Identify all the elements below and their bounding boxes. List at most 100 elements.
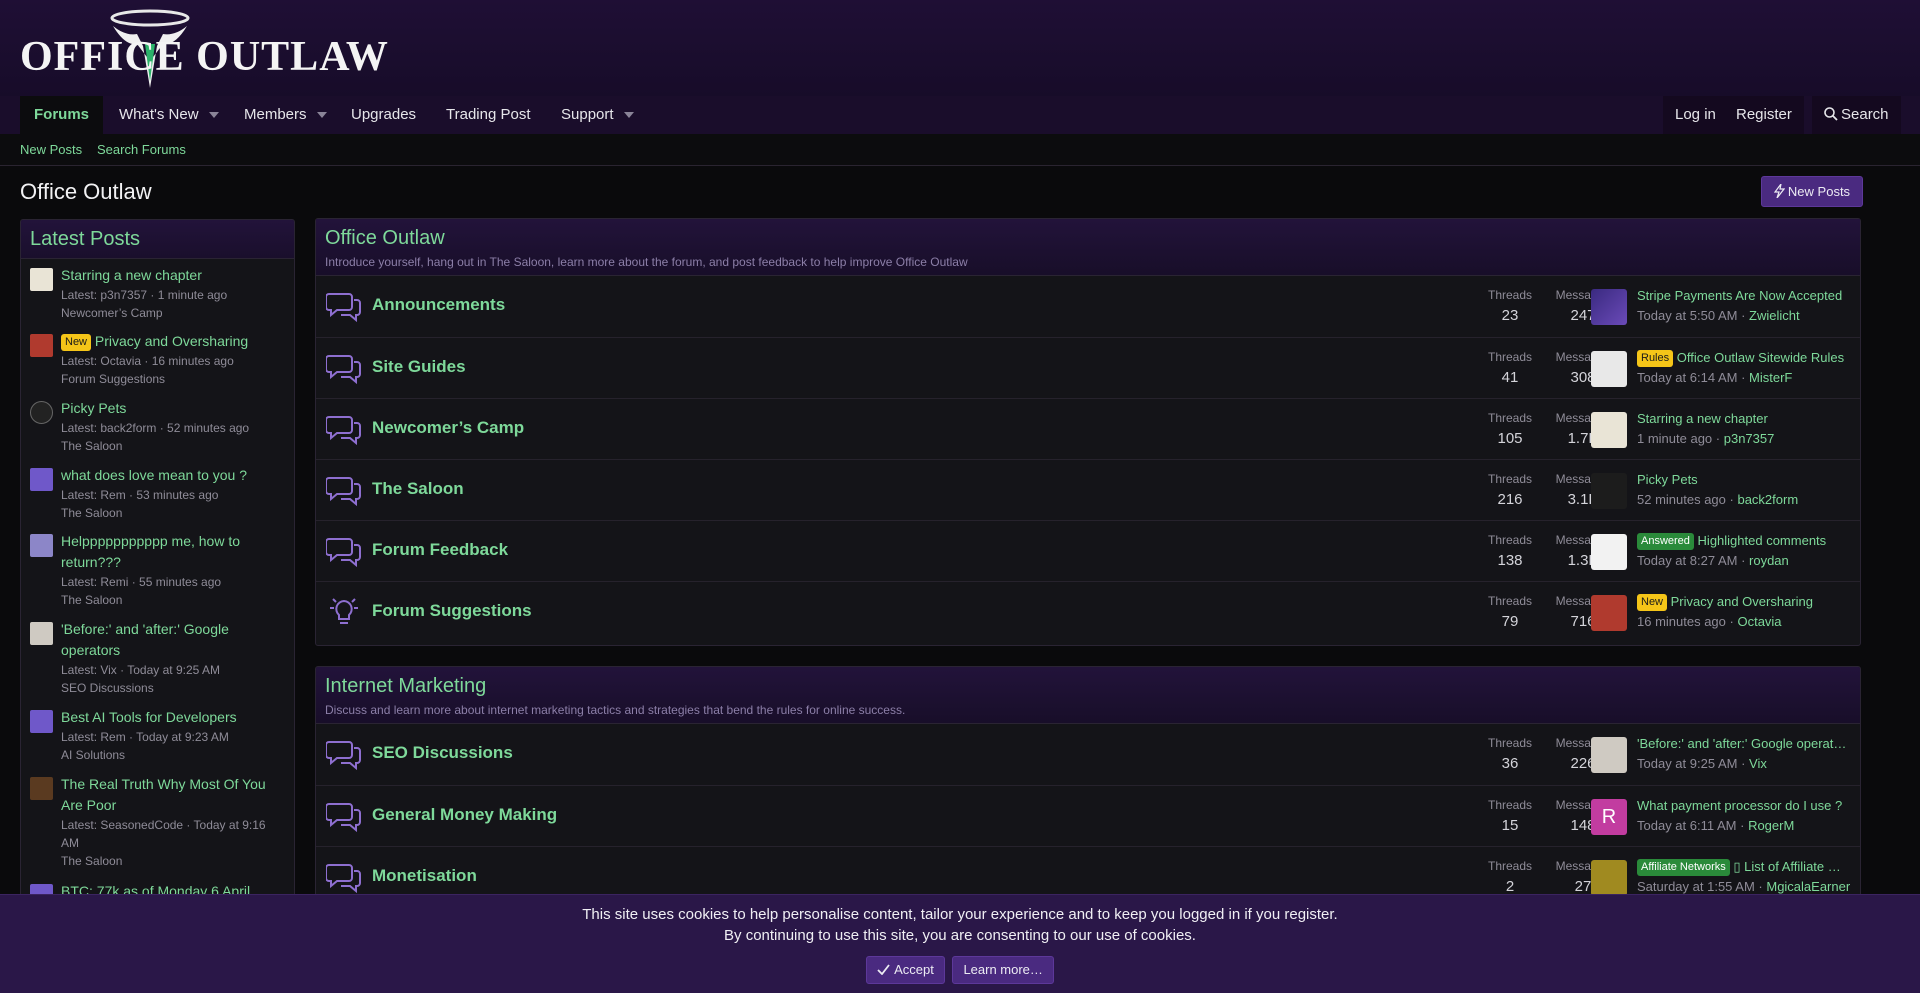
register-link[interactable]: Register bbox=[1724, 96, 1804, 134]
last-post-meta: Today at 9:25 AM · Vix bbox=[1637, 756, 1767, 771]
nav-upgrades[interactable]: Upgrades bbox=[337, 96, 430, 134]
avatar[interactable] bbox=[1591, 534, 1627, 570]
last-post-title[interactable]: Stripe Payments Are Now Accepted bbox=[1637, 288, 1849, 303]
forum-node-title[interactable]: Newcomer’s Camp bbox=[372, 418, 524, 438]
last-post-title[interactable]: 'Before:' and 'after:' Google operators bbox=[1637, 736, 1849, 751]
forum-node-title[interactable]: Forum Suggestions bbox=[372, 601, 532, 621]
last-post-time: Today at 9:25 AM bbox=[1637, 756, 1738, 771]
last-post-meta: Saturday at 1:55 AM · MgicalaEarner bbox=[1637, 879, 1851, 894]
avatar[interactable] bbox=[1591, 351, 1627, 387]
last-post-user[interactable]: Vix bbox=[1749, 756, 1767, 771]
last-post-title-row[interactable]: Affiliate Networks ▯ List of Affiliate N… bbox=[1637, 859, 1849, 877]
avatar[interactable] bbox=[30, 710, 53, 733]
avatar[interactable] bbox=[1591, 473, 1627, 509]
sub-nav: New Posts Search Forums bbox=[0, 134, 1920, 166]
latest-post-forum[interactable]: SEO Discussions bbox=[61, 679, 286, 697]
category-block-internet-marketing: Internet Marketing Discuss and learn mor… bbox=[315, 666, 1861, 916]
search-label: Search bbox=[1841, 106, 1889, 123]
nav-support[interactable]: Support bbox=[547, 96, 628, 134]
last-post-user[interactable]: Octavia bbox=[1737, 614, 1781, 629]
search-button[interactable]: Search bbox=[1812, 96, 1901, 134]
forum-node-title[interactable]: General Money Making bbox=[372, 805, 557, 825]
avatar[interactable] bbox=[1591, 289, 1627, 325]
latest-post-title[interactable]: The Real Truth Why Most Of You Are Poor bbox=[61, 774, 286, 816]
subnav-new-posts[interactable]: New Posts bbox=[20, 142, 82, 157]
last-post-meta: 52 minutes ago · back2form bbox=[1637, 492, 1799, 507]
avatar[interactable] bbox=[30, 334, 53, 357]
forum-node-title[interactable]: Site Guides bbox=[372, 357, 466, 377]
latest-post-meta: Latest: Remi · 55 minutes ago bbox=[61, 575, 222, 589]
avatar[interactable] bbox=[30, 777, 53, 800]
forum-node-title[interactable]: Announcements bbox=[372, 295, 505, 315]
last-post-user[interactable]: back2form bbox=[1737, 492, 1798, 507]
last-post-title[interactable]: Picky Pets bbox=[1637, 472, 1849, 487]
latest-post-title[interactable]: Picky Pets bbox=[61, 398, 286, 419]
whats-new-caret-icon[interactable] bbox=[209, 112, 219, 118]
subnav-search-forums[interactable]: Search Forums bbox=[97, 142, 186, 157]
last-post-user[interactable]: p3n7357 bbox=[1724, 431, 1775, 446]
avatar[interactable] bbox=[30, 268, 53, 291]
category-title[interactable]: Internet Marketing bbox=[325, 675, 1851, 697]
accept-cookies-button[interactable]: Accept bbox=[866, 956, 945, 984]
last-post-title-row[interactable]: Answered Highlighted comments bbox=[1637, 533, 1849, 551]
avatar[interactable] bbox=[30, 401, 53, 424]
avatar[interactable] bbox=[1591, 860, 1627, 896]
last-post-title[interactable]: Starring a new chapter bbox=[1637, 411, 1849, 426]
forum-node-title[interactable]: Forum Feedback bbox=[372, 540, 508, 560]
avatar[interactable] bbox=[1591, 737, 1627, 773]
site-logo[interactable]: OFFICE OUTLAW bbox=[20, 6, 388, 92]
latest-post-forum[interactable]: Forum Suggestions bbox=[61, 370, 286, 388]
avatar[interactable] bbox=[30, 622, 53, 645]
last-post-title-row[interactable]: New Privacy and Oversharing bbox=[1637, 594, 1849, 612]
last-post-user[interactable]: MisterF bbox=[1749, 370, 1792, 385]
nav-forums[interactable]: Forums bbox=[20, 96, 104, 134]
support-caret-icon[interactable] bbox=[624, 112, 634, 118]
forum-node-title[interactable]: SEO Discussions bbox=[372, 743, 513, 763]
last-post-user[interactable]: RogerM bbox=[1748, 818, 1794, 833]
latest-post-meta: Latest: SeasonedCode · Today at 9:16 AM bbox=[61, 818, 266, 850]
last-post-title[interactable]: What payment processor do I use ? bbox=[1637, 798, 1849, 813]
forum-node-title[interactable]: The Saloon bbox=[372, 479, 464, 499]
threads-count: 105 bbox=[1497, 430, 1523, 447]
learn-more-button[interactable]: Learn more… bbox=[952, 956, 1054, 984]
new-posts-button[interactable]: New Posts bbox=[1761, 176, 1863, 207]
cookie-line-1: This site uses cookies to help personali… bbox=[582, 906, 1338, 923]
nav-whats-new[interactable]: What's New bbox=[105, 96, 213, 134]
last-post-user[interactable]: Zwielicht bbox=[1749, 308, 1800, 323]
last-post-time: 16 minutes ago bbox=[1637, 614, 1726, 629]
latest-post-title[interactable]: what does love mean to you ? bbox=[61, 465, 286, 486]
last-post-user[interactable]: roydan bbox=[1749, 553, 1789, 568]
avatar[interactable] bbox=[1591, 412, 1627, 448]
nav-trading-post[interactable]: Trading Post bbox=[432, 96, 545, 134]
latest-post-forum[interactable]: Newcomer’s Camp bbox=[61, 304, 286, 322]
chat-bubbles-icon bbox=[326, 538, 361, 567]
last-post-title-row[interactable]: Rules Office Outlaw Sitewide Rules bbox=[1637, 350, 1849, 368]
latest-post-forum[interactable]: The Saloon bbox=[61, 504, 286, 522]
latest-post-title[interactable]: Best AI Tools for Developers bbox=[61, 707, 286, 728]
avatar[interactable] bbox=[30, 534, 53, 557]
site-header: OFFICE OUTLAW bbox=[0, 0, 1920, 96]
forum-node-title[interactable]: Monetisation bbox=[372, 866, 477, 886]
new-badge: New bbox=[1637, 594, 1668, 612]
rules-badge: Rules bbox=[1637, 350, 1674, 368]
latest-post-title[interactable]: Starring a new chapter bbox=[61, 265, 286, 286]
login-link[interactable]: Log in bbox=[1663, 96, 1728, 134]
latest-post-title-row[interactable]: New Privacy and Oversharing bbox=[61, 331, 286, 352]
latest-post-title[interactable]: Helppppppppppp me, how to return??? bbox=[61, 531, 286, 573]
nav-members[interactable]: Members bbox=[230, 96, 321, 134]
latest-post-title[interactable]: 'Before:' and 'after:' Google operators bbox=[61, 619, 286, 661]
avatar[interactable]: R bbox=[1591, 799, 1627, 835]
latest-post-forum[interactable]: The Saloon bbox=[61, 591, 286, 609]
chat-bubbles-icon bbox=[326, 416, 361, 445]
latest-post-forum[interactable]: The Saloon bbox=[61, 852, 286, 870]
members-caret-icon[interactable] bbox=[317, 112, 327, 118]
latest-post-forum[interactable]: AI Solutions bbox=[61, 746, 286, 764]
avatar[interactable] bbox=[30, 468, 53, 491]
new-posts-button-label: New Posts bbox=[1787, 184, 1851, 199]
threads-label: Threads bbox=[1487, 736, 1533, 750]
category-title[interactable]: Office Outlaw bbox=[325, 227, 1851, 249]
latest-post-forum[interactable]: The Saloon bbox=[61, 437, 286, 455]
last-post-user[interactable]: MgicalaEarner bbox=[1766, 879, 1850, 894]
avatar[interactable] bbox=[1591, 595, 1627, 631]
list-item: New Privacy and Oversharing Latest: Octa… bbox=[21, 331, 294, 398]
